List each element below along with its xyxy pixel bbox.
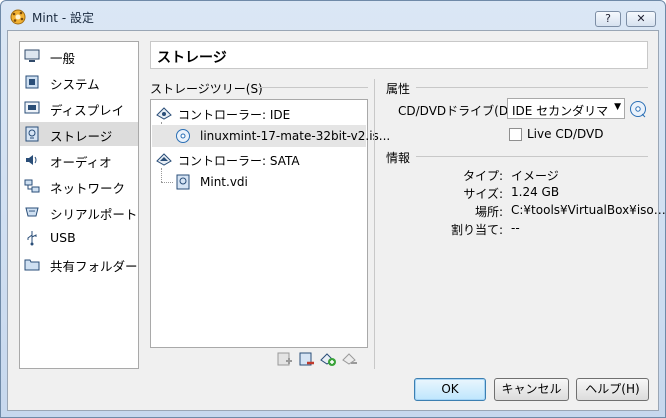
window-title: Mint - 設定 bbox=[32, 11, 94, 25]
sidebar-item-system[interactable]: システム bbox=[20, 70, 138, 94]
help-button[interactable]: ヘルプ(H) bbox=[576, 378, 649, 401]
info-location-value: C:¥tools¥VirtualBox¥iso… bbox=[511, 203, 666, 217]
attributes-label: 属性 bbox=[386, 82, 411, 96]
tree-attachment-cd[interactable]: linuxmint-17-mate-32bit-v2.is... bbox=[152, 125, 390, 147]
info-size-label: サイズ: bbox=[463, 187, 503, 201]
sidebar-item-serial-ports[interactable]: シリアルポート bbox=[20, 200, 138, 224]
sidebar-item-label: シリアルポート bbox=[50, 207, 138, 222]
tree-controller-ide[interactable]: コントローラー: IDE bbox=[152, 102, 366, 124]
sidebar-item-label: ディスプレイ bbox=[50, 103, 125, 118]
sidebar-item-general[interactable]: 一般 bbox=[20, 44, 138, 68]
live-cd-checkbox[interactable] bbox=[509, 128, 522, 141]
live-cd-label[interactable]: Live CD/DVD bbox=[527, 127, 603, 141]
storage-tree[interactable]: コントローラー: IDE linuxmint-17-mate-32bit-v2.… bbox=[150, 99, 390, 348]
sidebar-item-label: ネットワーク bbox=[50, 181, 126, 196]
sidebar-item-label: 一般 bbox=[50, 51, 76, 66]
add-controller-icon[interactable] bbox=[320, 351, 336, 367]
storage-tree-label: ストレージツリー(S) bbox=[150, 82, 263, 96]
section-divider bbox=[258, 87, 368, 88]
ok-button[interactable]: OK bbox=[414, 378, 486, 401]
tree-controller-sata[interactable]: コントローラー: SATA bbox=[152, 148, 366, 170]
network-icon bbox=[24, 178, 40, 194]
info-attached-to-label: 割り当て: bbox=[450, 223, 503, 237]
sidebar-item-label: オーディオ bbox=[50, 155, 112, 170]
sidebar-item-label: 共有フォルダー bbox=[50, 259, 138, 274]
ide-controller-icon bbox=[156, 105, 172, 121]
panel-separator bbox=[374, 79, 375, 369]
settings-sidebar: 一般 システム ディスプレイ ストレージ オーディオ ネットワーク シリアルポー… bbox=[19, 41, 139, 369]
storage-icon bbox=[24, 126, 40, 142]
folder-icon bbox=[24, 256, 40, 272]
sata-controller-icon bbox=[156, 151, 172, 167]
info-label: 情報 bbox=[386, 151, 411, 165]
cancel-button[interactable]: キャンセル bbox=[494, 378, 569, 401]
title-bar: Mint - 設定 ? ✕ bbox=[1, 1, 665, 29]
close-window-button[interactable]: ✕ bbox=[626, 11, 656, 27]
section-divider bbox=[416, 156, 648, 157]
add-attachment-icon[interactable] bbox=[276, 351, 292, 367]
virtualbox-app-icon bbox=[10, 9, 26, 25]
drive-label: CD/DVDドライブ(D): bbox=[398, 104, 517, 118]
info-size-value: 1.24 GB bbox=[511, 185, 560, 199]
choose-disc-icon[interactable] bbox=[629, 100, 647, 118]
sidebar-item-label: システム bbox=[50, 77, 100, 92]
info-attached-to-value: -- bbox=[511, 221, 520, 235]
chip-icon bbox=[24, 74, 40, 90]
sidebar-item-network[interactable]: ネットワーク bbox=[20, 174, 138, 198]
dialog-body: 一般 システム ディスプレイ ストレージ オーディオ ネットワーク シリアルポー… bbox=[7, 30, 666, 411]
sidebar-item-shared-folders[interactable]: 共有フォルダー bbox=[20, 252, 138, 276]
drive-select[interactable]: IDE セカンダリマスタ ▼ bbox=[507, 98, 625, 119]
speaker-icon bbox=[24, 152, 40, 168]
drive-select-value: IDE セカンダリマスタ bbox=[512, 104, 608, 118]
usb-icon bbox=[24, 230, 40, 246]
sidebar-item-audio[interactable]: オーディオ bbox=[20, 148, 138, 172]
display-icon bbox=[24, 100, 40, 116]
sidebar-item-label: USB bbox=[50, 230, 76, 245]
page-title: ストレージ bbox=[157, 50, 227, 66]
chevron-down-icon: ▼ bbox=[614, 102, 621, 112]
section-divider bbox=[416, 87, 648, 88]
help-title-button[interactable]: ? bbox=[595, 11, 621, 27]
tree-attachment-disk[interactable]: Mint.vdi bbox=[152, 171, 366, 193]
serial-icon bbox=[24, 204, 40, 220]
info-type-label: タイプ: bbox=[462, 169, 503, 183]
remove-controller-icon[interactable] bbox=[342, 351, 358, 367]
sidebar-item-display[interactable]: ディスプレイ bbox=[20, 96, 138, 120]
sidebar-item-storage[interactable]: ストレージ bbox=[20, 122, 138, 146]
monitor-icon bbox=[24, 48, 40, 64]
hard-disk-icon bbox=[175, 174, 191, 190]
settings-window: Mint - 設定 ? ✕ 一般 システム ディスプレイ ストレージ オーディオ… bbox=[0, 0, 666, 418]
sidebar-item-usb[interactable]: USB bbox=[20, 226, 138, 250]
info-type-value: イメージ bbox=[511, 169, 559, 183]
optical-disc-icon bbox=[175, 128, 191, 144]
tree-controller-label: コントローラー: IDE bbox=[178, 108, 291, 122]
sidebar-item-label: ストレージ bbox=[50, 129, 113, 144]
tree-attachment-label: Mint.vdi bbox=[200, 175, 248, 189]
tree-controller-label: コントローラー: SATA bbox=[178, 154, 300, 168]
remove-attachment-icon[interactable] bbox=[298, 351, 314, 367]
tree-attachment-label: linuxmint-17-mate-32bit-v2.is... bbox=[200, 129, 391, 143]
info-location-label: 場所: bbox=[474, 205, 503, 219]
page-title-panel: ストレージ bbox=[150, 41, 648, 69]
